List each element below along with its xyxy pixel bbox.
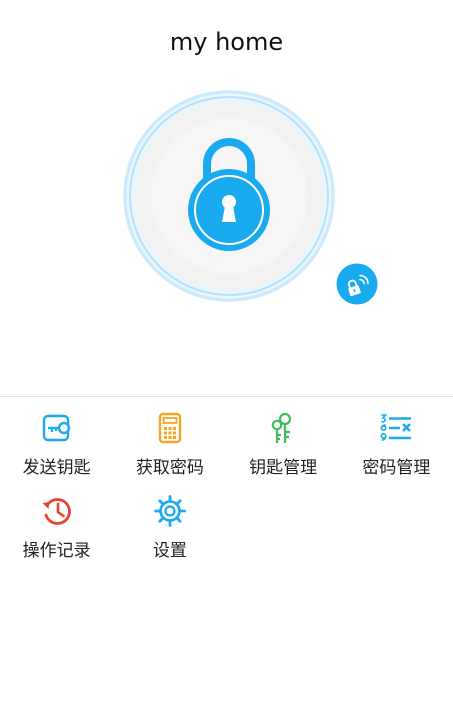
unlock-button[interactable] [121, 88, 337, 304]
send-key-icon [42, 414, 70, 442]
key-management-label: 钥匙管理 [249, 458, 318, 478]
history-icon [42, 498, 71, 525]
settings-label: 设置 [152, 541, 187, 561]
password-management-button[interactable]: 密码管理 [340, 400, 453, 483]
padlock-icon [123, 90, 335, 302]
nfc-unlock-button[interactable] [336, 263, 378, 305]
password-management-label: 密码管理 [362, 458, 431, 478]
menu-grid: 发送钥匙 获取密码 钥匙管理 密码管理 操作记录 设置 [0, 400, 453, 566]
get-password-label: 获取密码 [135, 458, 204, 478]
history-label: 操作记录 [22, 541, 91, 561]
key-management-button[interactable]: 钥匙管理 [227, 400, 340, 483]
password-management-icon [380, 414, 412, 441]
key-management-icon [271, 412, 292, 443]
send-key-label: 发送钥匙 [22, 458, 91, 478]
settings-button[interactable]: 设置 [113, 483, 226, 566]
send-key-button[interactable]: 发送钥匙 [0, 400, 113, 483]
get-password-button[interactable]: 获取密码 [113, 400, 226, 483]
history-button[interactable]: 操作记录 [0, 483, 113, 566]
divider [0, 396, 453, 397]
nfc-unlock-icon [336, 263, 378, 305]
get-password-icon [158, 412, 182, 444]
page-title: my home [169, 28, 284, 56]
settings-icon [153, 495, 186, 527]
